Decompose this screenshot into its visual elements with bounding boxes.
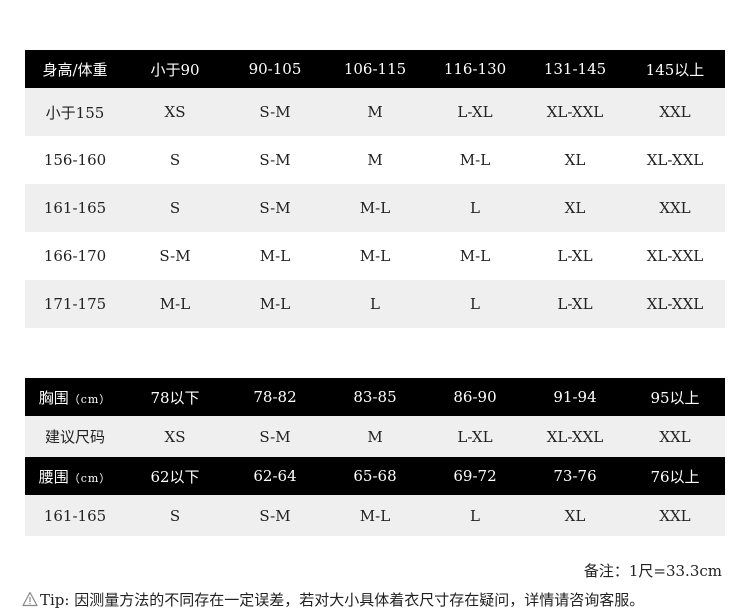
table-cell: XXL — [625, 88, 725, 136]
waist-header-row: 腰围（cm） 62以下 62-64 65-68 69-72 73-76 76以上 — [25, 457, 725, 495]
waist-label: 腰围（cm） — [25, 457, 125, 495]
chest-label: 胸围（cm） — [25, 378, 125, 416]
header-cell: 106-115 — [325, 50, 425, 88]
header-cell: 62以下 — [125, 457, 225, 495]
header-cell: 73-76 — [525, 457, 625, 495]
waist-label-text: 腰围 — [38, 467, 69, 486]
row-label-cell: 156-160 — [25, 136, 125, 184]
table-row: 小于155 XS S-M M L-XL XL-XXL XXL — [25, 88, 725, 136]
table-cell: M-L — [325, 495, 425, 536]
table-cell: L — [425, 495, 525, 536]
header-cell: 小于90 — [125, 50, 225, 88]
table-cell: M-L — [225, 232, 325, 280]
suggested-size-row: 建议尺码 XS S-M M L-XL XL-XXL XXL — [25, 416, 725, 457]
table-cell: S — [125, 184, 225, 232]
table-cell: XXL — [625, 495, 725, 536]
table-cell: XS — [125, 416, 225, 457]
table-cell: M-L — [325, 232, 425, 280]
table-row: 166-170 S-M M-L M-L M-L L-XL XL-XXL — [25, 232, 725, 280]
table-cell: L-XL — [425, 88, 525, 136]
table-cell: L — [425, 184, 525, 232]
row-label-cell: 161-165 — [25, 495, 125, 536]
table-cell: M-L — [425, 136, 525, 184]
table-cell: S — [125, 136, 225, 184]
header-cell: 69-72 — [425, 457, 525, 495]
table-row: 156-160 S S-M M M-L XL XL-XXL — [25, 136, 725, 184]
unit-label: （cm） — [68, 392, 112, 406]
table-cell: M — [325, 416, 425, 457]
tip-line: Tip: 因测量方法的不同存在一定误差，若对大小具体着衣尺寸存在疑问，详情请咨询… — [22, 589, 644, 610]
header-cell: 身高/体重 — [25, 50, 125, 88]
row-label-cell: 166-170 — [25, 232, 125, 280]
header-cell: 78以下 — [125, 378, 225, 416]
header-cell: 95以上 — [625, 378, 725, 416]
table-cell: XL-XXL — [625, 280, 725, 328]
table-cell: M — [325, 88, 425, 136]
row-label-cell: 171-175 — [25, 280, 125, 328]
table-row: 161-165 S S-M M-L L XL XXL — [25, 184, 725, 232]
row-label-cell: 建议尺码 — [25, 416, 125, 457]
waist-size-row: 161-165 S S-M M-L L XL XXL — [25, 495, 725, 536]
table-cell: S-M — [225, 88, 325, 136]
table-cell: L-XL — [525, 232, 625, 280]
table-cell: M-L — [325, 184, 425, 232]
table-cell: L-XL — [525, 280, 625, 328]
table-cell: M — [325, 136, 425, 184]
size-chart-table: 身高/体重 小于90 90-105 106-115 116-130 131-14… — [25, 50, 725, 328]
table-cell: L — [325, 280, 425, 328]
table-cell: L-XL — [425, 416, 525, 457]
row-label-cell: 161-165 — [25, 184, 125, 232]
table-cell: M-L — [225, 280, 325, 328]
header-cell: 131-145 — [525, 50, 625, 88]
table-cell: XS — [125, 88, 225, 136]
table-cell: M-L — [425, 232, 525, 280]
measurement-table: 胸围（cm） 78以下 78-82 83-85 86-90 91-94 95以上… — [25, 378, 725, 536]
table-cell: XL-XXL — [525, 88, 625, 136]
table-cell: S-M — [125, 232, 225, 280]
table-cell: L — [425, 280, 525, 328]
tip-text: 因测量方法的不同存在一定误差，若对大小具体着衣尺寸存在疑问，详情请咨询客服。 — [74, 591, 645, 609]
table-cell: S-M — [225, 416, 325, 457]
header-cell: 83-85 — [325, 378, 425, 416]
unit-label: （cm） — [68, 471, 112, 485]
size-chart-header-row: 身高/体重 小于90 90-105 106-115 116-130 131-14… — [25, 50, 725, 88]
header-cell: 90-105 — [225, 50, 325, 88]
header-cell: 76以上 — [625, 457, 725, 495]
table-row: 171-175 M-L M-L L L L-XL XL-XXL — [25, 280, 725, 328]
table-cell: XL-XXL — [525, 416, 625, 457]
table-cell: XL-XXL — [625, 136, 725, 184]
header-cell: 116-130 — [425, 50, 525, 88]
header-cell: 62-64 — [225, 457, 325, 495]
table-cell: S-M — [225, 136, 325, 184]
header-cell: 145以上 — [625, 50, 725, 88]
table-cell: S-M — [225, 495, 325, 536]
table-cell: XL — [525, 136, 625, 184]
table-cell: XL-XXL — [625, 232, 725, 280]
unit-conversion-note: 备注：1尺=33.3cm — [583, 562, 722, 580]
header-cell: 78-82 — [225, 378, 325, 416]
chest-label-text: 胸围 — [38, 388, 69, 407]
table-cell: XL — [525, 495, 625, 536]
row-label-cell: 小于155 — [25, 88, 125, 136]
header-cell: 65-68 — [325, 457, 425, 495]
table-cell: M-L — [125, 280, 225, 328]
table-cell: S — [125, 495, 225, 536]
chest-header-row: 胸围（cm） 78以下 78-82 83-85 86-90 91-94 95以上 — [25, 378, 725, 416]
warning-icon — [22, 591, 38, 607]
tip-label: Tip: — [40, 591, 70, 609]
header-cell: 91-94 — [525, 378, 625, 416]
table-cell: XL — [525, 184, 625, 232]
table-cell: XXL — [625, 184, 725, 232]
table-cell: XXL — [625, 416, 725, 457]
table-cell: S-M — [225, 184, 325, 232]
header-cell: 86-90 — [425, 378, 525, 416]
